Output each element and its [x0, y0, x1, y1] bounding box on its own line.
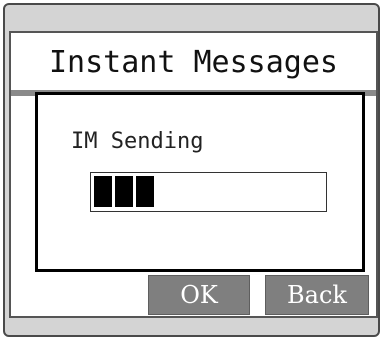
- progress-segment: [115, 176, 133, 207]
- progress-bar: [90, 172, 327, 212]
- progress-segment: [136, 176, 154, 207]
- progress-segment: [94, 176, 112, 207]
- sending-dialog: IM Sending: [35, 92, 365, 272]
- progress-segments: [94, 176, 154, 207]
- ok-button[interactable]: OK: [148, 275, 250, 315]
- screen-title: Instant Messages: [49, 44, 338, 80]
- back-button[interactable]: Back: [265, 275, 369, 315]
- sending-message: IM Sending: [71, 129, 204, 154]
